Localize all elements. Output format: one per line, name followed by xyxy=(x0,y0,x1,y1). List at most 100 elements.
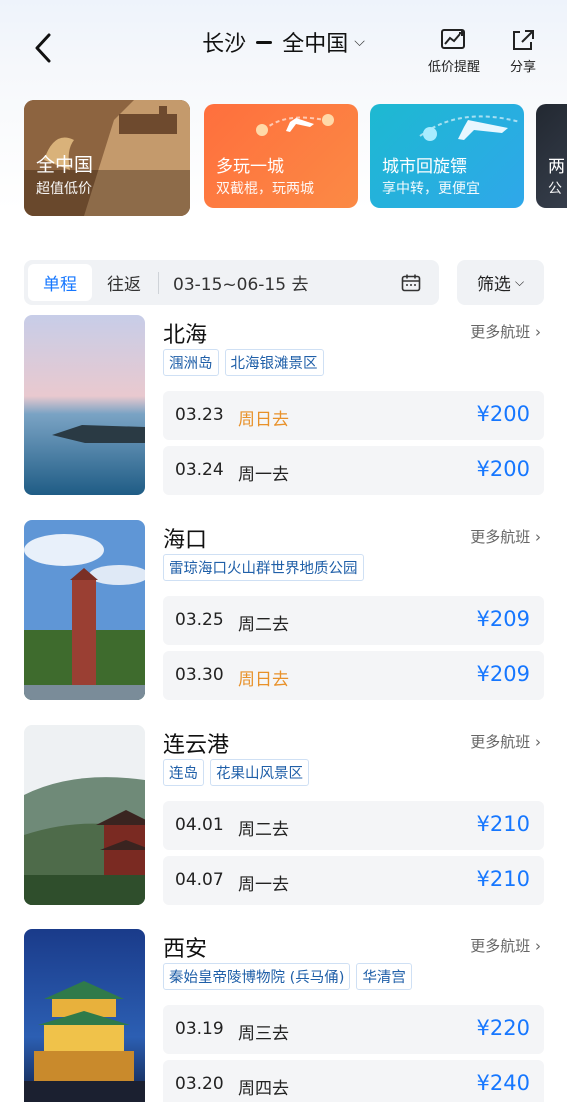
more-flights-label: 更多航班 xyxy=(470,937,531,955)
flight-option[interactable]: 03.23 周日去 ¥200 xyxy=(163,391,544,440)
flight-price: ¥210 xyxy=(476,867,530,891)
destination-card[interactable]: 海口 更多航班 › 雷琼海口火山群世界地质公园 03.25 周二去 ¥209 0… xyxy=(0,520,567,710)
flight-price: ¥200 xyxy=(476,402,530,426)
flight-date: 03.30 xyxy=(175,665,224,685)
category-subtitle: 超值低价 xyxy=(36,181,92,197)
share-button[interactable]: 分享 xyxy=(510,28,536,75)
flight-option[interactable]: 04.07 周一去 ¥210 xyxy=(163,856,544,905)
price-alert-label: 低价提醒 xyxy=(428,60,481,75)
route-dash-icon xyxy=(256,40,273,44)
origin-city: 长沙 xyxy=(202,32,247,57)
destination-name: 西安 xyxy=(163,937,208,962)
category-card-partial[interactable]: 两 公 xyxy=(536,104,567,208)
flight-option[interactable]: 03.20 周四去 ¥240 xyxy=(163,1060,544,1102)
category-title: 城市回旋镖 xyxy=(382,157,467,177)
flight-date: 03.24 xyxy=(175,460,224,480)
flight-weekday: 周日去 xyxy=(238,670,289,690)
attraction-tags: 涠洲岛 北海银滩景区 xyxy=(163,349,324,376)
attraction-tag: 北海银滩景区 xyxy=(224,349,324,376)
destination-name: 连云港 xyxy=(163,733,230,758)
date-range[interactable]: 03-15~06-15 去 xyxy=(173,270,401,295)
more-flights-link[interactable]: 更多航班 › xyxy=(470,935,541,956)
more-flights-label: 更多航班 xyxy=(470,323,531,341)
destination-card[interactable]: 北海 更多航班 › 涠洲岛 北海银滩景区 03.23 周日去 ¥200 03.2… xyxy=(0,315,567,505)
chevron-right-icon: › xyxy=(535,323,541,341)
category-subtitle: 享中转，更便宜 xyxy=(382,181,480,197)
chevron-down-icon: ⌵ xyxy=(514,275,525,289)
destination-card[interactable]: 连云港 更多航班 › 连岛 花果山风景区 04.01 周二去 ¥210 04.0… xyxy=(0,725,567,915)
divider xyxy=(158,271,159,294)
flight-option[interactable]: 03.19 周三去 ¥220 xyxy=(163,1005,544,1054)
category-title: 两 xyxy=(548,157,565,177)
flight-price: ¥240 xyxy=(476,1071,530,1095)
destination-card[interactable]: 西安 更多航班 › 秦始皇帝陵博物院 (兵马俑) 华清宫 03.19 周三去 ¥… xyxy=(0,929,567,1102)
flight-weekday: 周四去 xyxy=(238,1079,289,1099)
flight-date: 03.20 xyxy=(175,1074,224,1094)
attraction-tag: 华清宫 xyxy=(356,963,412,990)
category-card-boomerang[interactable]: 城市回旋镖 享中转，更便宜 xyxy=(370,104,524,208)
flight-date: 03.23 xyxy=(175,405,224,425)
tab-round-trip[interactable]: 往返 xyxy=(92,270,156,295)
flight-weekday: 周三去 xyxy=(238,1024,289,1044)
category-card-all-china[interactable]: 全中国 超值低价 xyxy=(24,100,190,216)
share-label: 分享 xyxy=(510,60,537,75)
flight-price: ¥220 xyxy=(476,1016,530,1040)
chevron-right-icon: › xyxy=(535,937,541,955)
chevron-right-icon: › xyxy=(535,528,541,546)
trip-filter-bar: 单程 往返 03-15~06-15 去 xyxy=(24,260,439,305)
filter-label: 筛选 xyxy=(476,275,511,295)
flight-weekday: 周二去 xyxy=(238,820,289,840)
route-selector[interactable]: 长沙 全中国 ⌵ xyxy=(0,26,567,58)
destination-photo xyxy=(24,929,145,1102)
attraction-tag: 连岛 xyxy=(163,759,204,786)
flight-date: 03.25 xyxy=(175,610,224,630)
flight-weekday: 周二去 xyxy=(238,615,289,635)
destination-name: 海口 xyxy=(163,528,208,553)
flight-price: ¥200 xyxy=(476,457,530,481)
flight-option[interactable]: 03.24 周一去 ¥200 xyxy=(163,446,544,495)
flight-weekday: 周日去 xyxy=(238,410,289,430)
attraction-tag: 雷琼海口火山群世界地质公园 xyxy=(163,554,364,581)
flight-option[interactable]: 03.30 周日去 ¥209 xyxy=(163,651,544,700)
flight-date: 04.01 xyxy=(175,815,224,835)
attraction-tags: 雷琼海口火山群世界地质公园 xyxy=(163,554,364,581)
destination-photo xyxy=(24,315,145,495)
flight-option[interactable]: 03.25 周二去 ¥209 xyxy=(163,596,544,645)
flight-date: 04.07 xyxy=(175,870,224,890)
destination-photo xyxy=(24,725,145,905)
chevron-down-icon: ⌵ xyxy=(354,34,365,50)
more-flights-link[interactable]: 更多航班 › xyxy=(470,526,541,547)
tab-one-way[interactable]: 单程 xyxy=(28,264,92,301)
flight-option[interactable]: 04.01 周二去 ¥210 xyxy=(163,801,544,850)
airplane-icon xyxy=(256,114,334,136)
chevron-right-icon: › xyxy=(535,733,541,751)
category-subtitle: 双截棍，玩两城 xyxy=(216,181,314,197)
attraction-tags: 连岛 花果山风景区 xyxy=(163,759,309,786)
share-icon xyxy=(513,30,534,50)
header: 长沙 全中国 ⌵ 低价提醒 分享 xyxy=(0,0,567,90)
more-flights-label: 更多航班 xyxy=(470,528,531,546)
destination-city: 全中国 xyxy=(282,32,349,57)
flight-weekday: 周一去 xyxy=(238,875,289,895)
attraction-tag: 秦始皇帝陵博物院 (兵马俑) xyxy=(163,963,351,990)
attraction-tag: 花果山风景区 xyxy=(210,759,309,786)
filter-button[interactable]: 筛选 ⌵ xyxy=(457,260,544,305)
price-alert-button[interactable]: 低价提醒 xyxy=(428,28,480,75)
more-flights-link[interactable]: 更多航班 › xyxy=(470,321,541,342)
attraction-tags: 秦始皇帝陵博物院 (兵马俑) 华清宫 xyxy=(163,963,412,990)
airplane-icon xyxy=(419,115,521,141)
calendar-icon[interactable] xyxy=(401,274,421,292)
flight-price: ¥209 xyxy=(476,607,530,631)
category-title: 全中国 xyxy=(36,154,94,176)
flight-weekday: 周一去 xyxy=(238,465,289,485)
price-trend-icon xyxy=(441,29,465,49)
category-card-multi-city[interactable]: 多玩一城 双截棍，玩两城 xyxy=(204,104,358,208)
more-flights-link[interactable]: 更多航班 › xyxy=(470,731,541,752)
category-title: 多玩一城 xyxy=(216,157,284,177)
destination-photo xyxy=(24,520,145,700)
category-carousel: 全中国 超值低价 多玩一城 双截棍，玩两城 城市回旋镖 享中转，更便宜 两 公 xyxy=(24,100,567,218)
flight-price: ¥210 xyxy=(476,812,530,836)
flight-price: ¥209 xyxy=(476,662,530,686)
destination-name: 北海 xyxy=(163,323,208,348)
flight-date: 03.19 xyxy=(175,1019,224,1039)
